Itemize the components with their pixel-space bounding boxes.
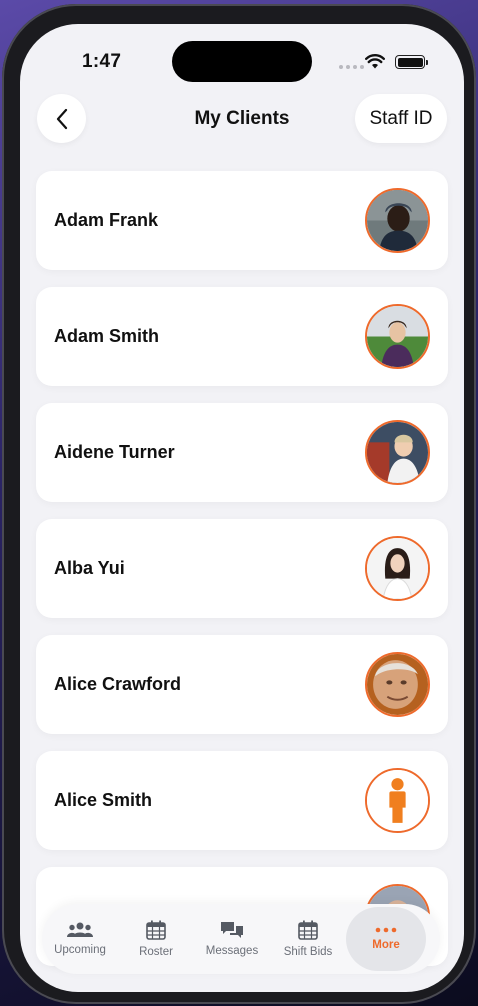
tab-more[interactable]: More bbox=[346, 907, 426, 971]
client-photo bbox=[367, 190, 428, 251]
battery-icon bbox=[395, 55, 428, 69]
tab-bar: Upcoming Roster Messages Shift Bids More bbox=[42, 904, 440, 974]
staff-id-button[interactable]: Staff ID bbox=[355, 94, 447, 143]
client-name: Aidene Turner bbox=[54, 442, 175, 462]
client-avatar bbox=[365, 652, 430, 717]
client-avatar bbox=[365, 420, 430, 485]
client-name: Alice Smith bbox=[54, 790, 153, 810]
client-avatar bbox=[365, 536, 430, 601]
client-card[interactable]: Adam Frank bbox=[36, 171, 448, 270]
status-time: 1:47 bbox=[82, 51, 122, 72]
client-avatar bbox=[365, 304, 430, 369]
cellular-signal-icon bbox=[339, 65, 364, 69]
client-avatar bbox=[365, 768, 430, 833]
client-card[interactable]: Aidene Turner bbox=[36, 403, 448, 502]
client-photo bbox=[367, 654, 428, 715]
person-placeholder-icon bbox=[367, 770, 428, 831]
client-card[interactable]: Alba Yui bbox=[36, 519, 448, 618]
client-card[interactable]: Alice Smith bbox=[36, 751, 448, 850]
tab-label: Roster bbox=[139, 946, 173, 958]
client-photo bbox=[367, 538, 428, 599]
client-name: Alba Yui bbox=[54, 558, 125, 578]
dynamic-island bbox=[172, 41, 312, 82]
tab-roster[interactable]: Roster bbox=[118, 907, 194, 971]
client-name: Alice Crawford bbox=[54, 674, 182, 694]
tab-upcoming[interactable]: Upcoming bbox=[42, 907, 118, 971]
chat-bubbles-icon bbox=[221, 922, 243, 938]
nav-bar: My Clients Staff ID bbox=[20, 94, 464, 144]
status-bar: 1:47 bbox=[20, 24, 464, 84]
client-photo bbox=[367, 306, 428, 367]
tab-label: Messages bbox=[205, 945, 259, 957]
client-photo bbox=[367, 422, 428, 483]
client-name: Adam Smith bbox=[54, 326, 160, 346]
tab-label: Shift Bids bbox=[283, 946, 333, 958]
client-card[interactable]: Alice Crawford bbox=[36, 635, 448, 734]
wifi-icon bbox=[365, 54, 385, 69]
people-icon bbox=[67, 922, 93, 937]
client-name: Adam Frank bbox=[54, 210, 159, 230]
app-screen: 1:47 My Clients Staff ID Adam Frank Adam… bbox=[20, 24, 464, 992]
phone-frame: 1:47 My Clients Staff ID Adam Frank Adam… bbox=[2, 4, 476, 1004]
calendar-icon bbox=[146, 920, 166, 940]
calendar-grid-icon bbox=[298, 920, 318, 940]
tab-label: More bbox=[372, 939, 400, 951]
client-avatar bbox=[365, 188, 430, 253]
client-card[interactable]: Adam Smith bbox=[36, 287, 448, 386]
tab-label: Upcoming bbox=[54, 944, 106, 956]
tab-shift-bids[interactable]: Shift Bids bbox=[270, 907, 346, 971]
tab-messages[interactable]: Messages bbox=[194, 907, 270, 971]
ellipsis-icon bbox=[375, 927, 397, 933]
